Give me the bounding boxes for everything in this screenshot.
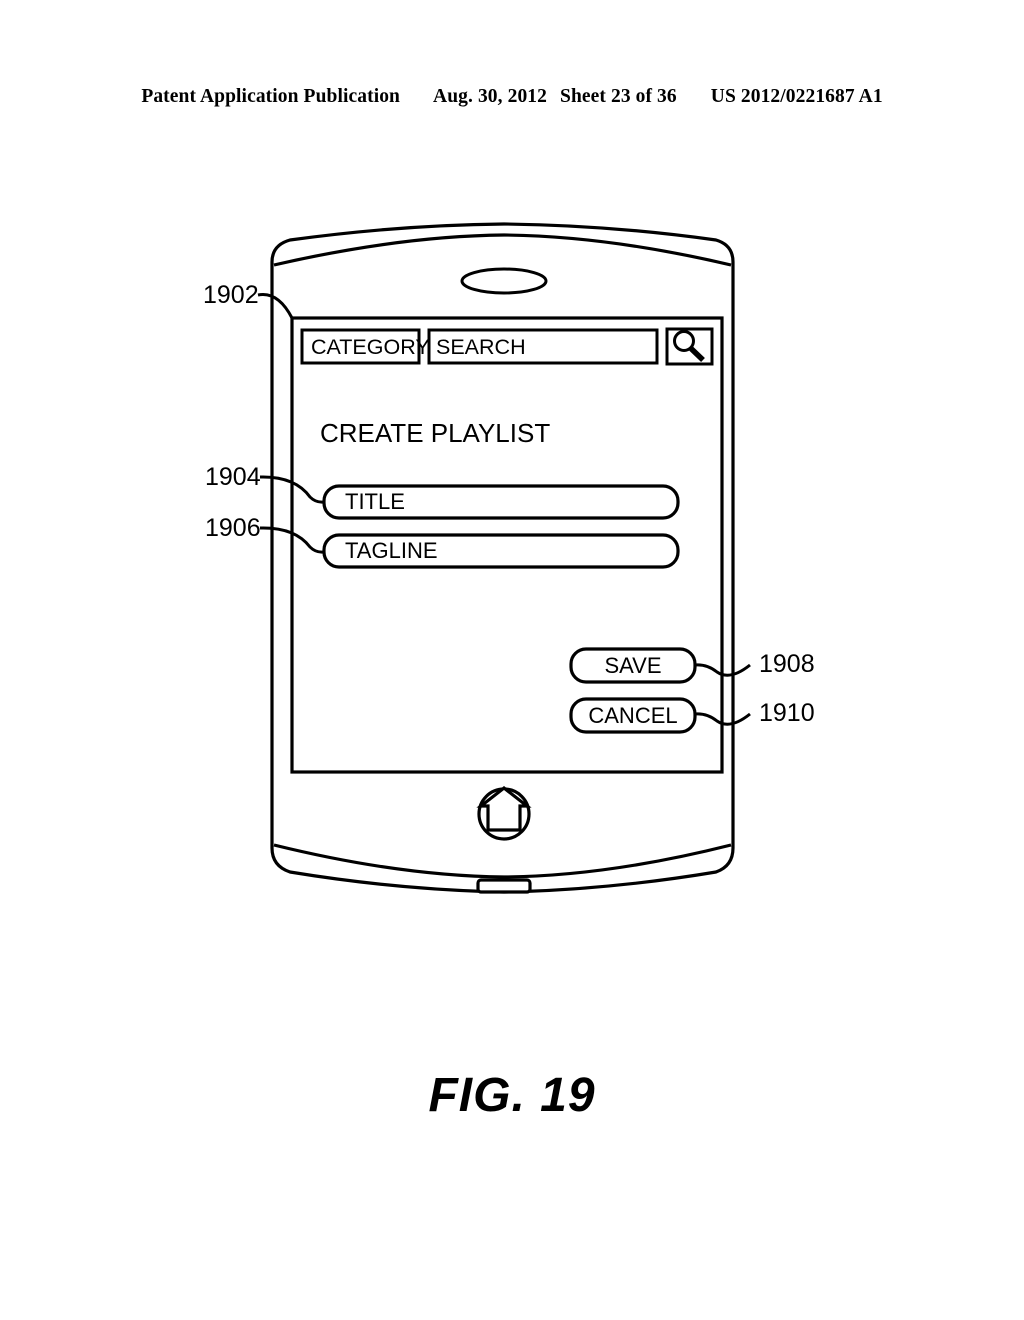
cancel-button-label: CANCEL — [588, 703, 677, 728]
figure-caption: FIG. 19 — [428, 1069, 596, 1122]
reference-numeral-1906: 1906 — [205, 514, 261, 542]
home-button[interactable] — [476, 785, 532, 841]
bottom-slot — [476, 878, 532, 894]
reference-numeral-1904: 1904 — [205, 463, 261, 491]
title-field-label: TITLE — [345, 489, 405, 514]
reference-numeral-1908: 1908 — [759, 650, 815, 678]
tagline-field-label: TAGLINE — [345, 538, 438, 563]
category-button-label: CATEGORY — [311, 335, 430, 359]
search-input-placeholder: SEARCH — [436, 335, 526, 359]
reference-numeral-1910: 1910 — [759, 699, 815, 727]
reference-numeral-1902: 1902 — [203, 281, 259, 309]
speaker-grille-icon — [460, 267, 548, 295]
save-button-label: SAVE — [604, 653, 661, 678]
page-title: CREATE PLAYLIST — [320, 418, 550, 448]
